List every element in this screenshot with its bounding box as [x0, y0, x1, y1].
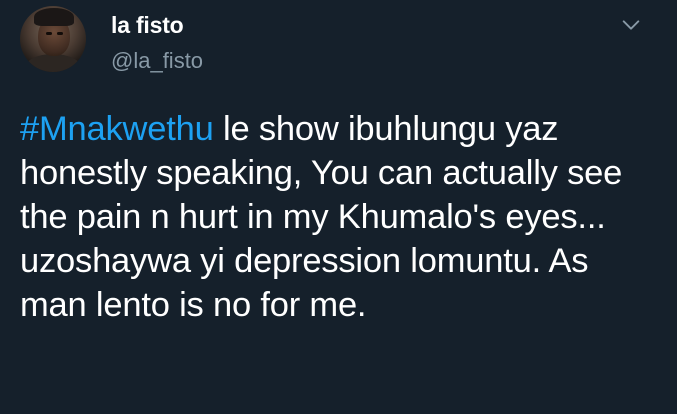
- avatar[interactable]: [20, 6, 86, 72]
- avatar-cap: [34, 8, 74, 26]
- tweet-text: #Mnakwethu le show ibuhlungu yaz honestl…: [20, 107, 660, 327]
- hashtag-link[interactable]: #Mnakwethu: [20, 110, 214, 148]
- chevron-down-icon[interactable]: [620, 14, 642, 36]
- author-handle[interactable]: @la_fisto: [111, 48, 203, 74]
- avatar-eye-left: [46, 32, 52, 35]
- avatar-eye-right: [57, 32, 63, 35]
- author-display-name[interactable]: la fisto: [111, 12, 184, 39]
- tweet-card: la fisto @la_fisto #Mnakwethu le show ib…: [0, 0, 677, 414]
- avatar-shoulders: [24, 54, 82, 72]
